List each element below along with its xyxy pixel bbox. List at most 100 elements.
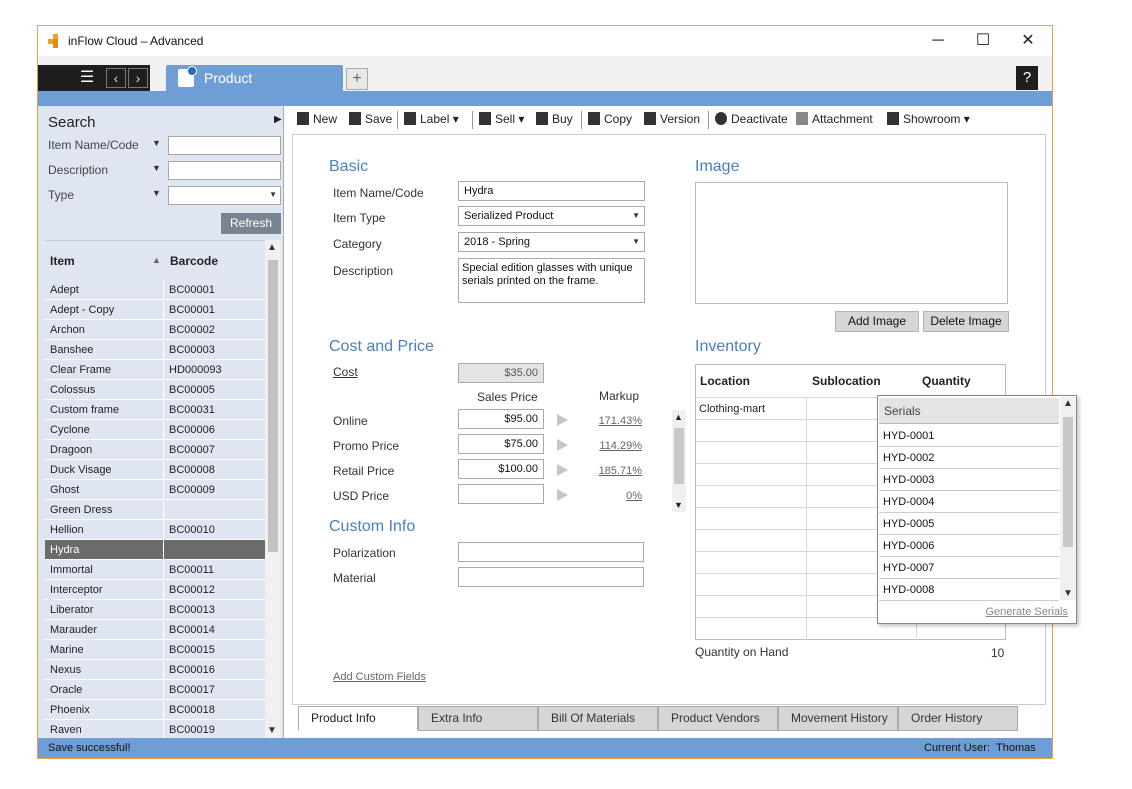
column-header-quantity[interactable]: Quantity [922,374,971,388]
maximize-button[interactable]: ☐ [968,30,998,52]
copy-button[interactable]: Copy [588,108,632,130]
price-input-online[interactable]: $95.00 [458,409,544,429]
price-input-promo[interactable]: $75.00 [458,434,544,454]
buy-button[interactable]: Buy [536,108,573,130]
table-row[interactable]: Cyclone BC00006 [45,420,265,440]
filter-options-icon[interactable]: ▼ [152,138,161,148]
table-row[interactable]: Immortal BC00011 [45,560,265,580]
deactivate-button[interactable]: Deactivate [715,108,788,130]
play-arrow-icon[interactable] [557,489,568,501]
attachment-button[interactable]: Attachment [796,108,873,130]
column-header-sublocation[interactable]: Sublocation [812,374,881,388]
play-arrow-icon[interactable] [557,464,568,476]
chevron-down-icon[interactable]: ▼ [1063,588,1073,599]
filter-options-icon[interactable]: ▼ [152,188,161,198]
filter-type-select[interactable]: ▼ [168,186,281,205]
location-cell[interactable] [696,464,807,486]
table-row[interactable]: Colossus BC00005 [45,380,265,400]
location-cell[interactable] [696,486,807,508]
column-header-location[interactable]: Location [700,374,750,388]
serials-scrollbar[interactable]: ▲ ▼ [1060,397,1076,600]
scroll-thumb[interactable] [674,428,684,484]
filter-options-icon[interactable]: ▼ [152,163,161,173]
markup-link-online[interactable]: 171.43% [582,415,642,427]
price-input-retail[interactable]: $100.00 [458,459,544,479]
tab-extra-info[interactable]: Extra Info [418,706,538,731]
markup-link-promo[interactable]: 114.29% [582,440,642,452]
table-row[interactable]: Banshee BC00003 [45,340,265,360]
location-cell[interactable] [696,552,807,574]
location-cell[interactable] [696,574,807,596]
location-cell[interactable] [696,508,807,530]
table-row[interactable]: Green Dress [45,500,265,520]
table-row[interactable]: Marauder BC00014 [45,620,265,640]
save-button[interactable]: Save [349,108,392,130]
table-row[interactable]: Liberator BC00013 [45,600,265,620]
table-row[interactable]: Adept - Copy BC00001 [45,300,265,320]
tab-product-vendors[interactable]: Product Vendors [658,706,778,731]
price-list-scrollbar[interactable]: ▲ ▼ [672,410,686,512]
description-textarea[interactable]: Special edition glasses with unique seri… [458,258,645,303]
polarization-input[interactable] [458,542,644,562]
material-input[interactable] [458,567,644,587]
category-select[interactable]: 2018 - Spring ▼ [458,232,645,252]
add-image-button[interactable]: Add Image [835,311,919,332]
tab-order-history[interactable]: Order History [898,706,1018,731]
table-row[interactable]: Hydra [45,540,265,560]
column-header-item[interactable]: Item [50,254,75,268]
table-row[interactable]: Clear Frame HD000093 [45,360,265,380]
table-row[interactable]: Marine BC00015 [45,640,265,660]
sort-ascending-icon[interactable]: ▲ [152,255,161,265]
table-row[interactable]: Raven BC00019 [45,720,265,738]
table-row[interactable]: Phoenix BC00018 [45,700,265,720]
table-row[interactable]: Interceptor BC00012 [45,580,265,600]
scroll-down-icon[interactable]: ▼ [267,725,277,736]
serial-item[interactable]: HYD-0003 [879,469,1059,491]
delete-image-button[interactable]: Delete Image [923,311,1009,332]
filter-description-input[interactable] [168,161,281,180]
location-cell[interactable] [696,530,807,552]
table-row[interactable]: Hellion BC00010 [45,520,265,540]
minimize-button[interactable]: ─ [923,30,953,52]
serial-item[interactable]: HYD-0007 [879,557,1059,579]
table-row[interactable]: Adept BC00001 [45,280,265,300]
play-arrow-icon[interactable] [557,439,568,451]
add-tab-button[interactable]: + [346,68,368,90]
collapse-panel-icon[interactable]: ▶ [274,114,282,125]
price-input-usd[interactable] [458,484,544,504]
tab-product-info[interactable]: Product Info [298,706,418,731]
chevron-up-icon[interactable]: ▲ [674,412,683,422]
location-cell[interactable] [696,618,807,640]
label-button[interactable]: Label ▾ [404,108,459,130]
item-grid-scrollbar[interactable]: ▲ ▼ [265,240,281,738]
serial-item[interactable]: HYD-0002 [879,447,1059,469]
new-button[interactable]: New [297,108,337,130]
scroll-thumb[interactable] [268,260,278,552]
serial-item[interactable]: HYD-0001 [879,425,1059,447]
table-row[interactable]: Nexus BC00016 [45,660,265,680]
tab-product[interactable]: Product [166,65,343,91]
serial-item[interactable]: HYD-0004 [879,491,1059,513]
tab-bill-of-materials[interactable]: Bill Of Materials [538,706,658,731]
item-type-select[interactable]: Serialized Product ▼ [458,206,645,226]
generate-serials-link[interactable]: Generate Serials [985,606,1068,618]
version-button[interactable]: Version [644,108,700,130]
showroom-button[interactable]: Showroom ▾ [887,108,970,130]
forward-arrow-icon[interactable]: › [128,68,148,88]
location-cell[interactable] [696,420,807,442]
menu-icon[interactable]: ☰ [74,68,100,88]
column-header-barcode[interactable]: Barcode [170,254,218,268]
refresh-button[interactable]: Refresh [221,213,281,234]
scroll-up-icon[interactable]: ▲ [267,242,277,253]
table-row[interactable]: Duck Visage BC00008 [45,460,265,480]
back-arrow-icon[interactable]: ‹ [106,68,126,88]
filter-item-name-input[interactable] [168,136,281,155]
scroll-thumb[interactable] [1063,417,1073,547]
table-row[interactable]: Archon BC00002 [45,320,265,340]
location-cell[interactable] [696,596,807,618]
item-name-input[interactable]: Hydra [458,181,645,201]
sell-button[interactable]: Sell ▾ [479,108,524,130]
serial-item[interactable]: HYD-0008 [879,579,1059,601]
serial-item[interactable]: HYD-0006 [879,535,1059,557]
image-box[interactable] [695,182,1008,304]
